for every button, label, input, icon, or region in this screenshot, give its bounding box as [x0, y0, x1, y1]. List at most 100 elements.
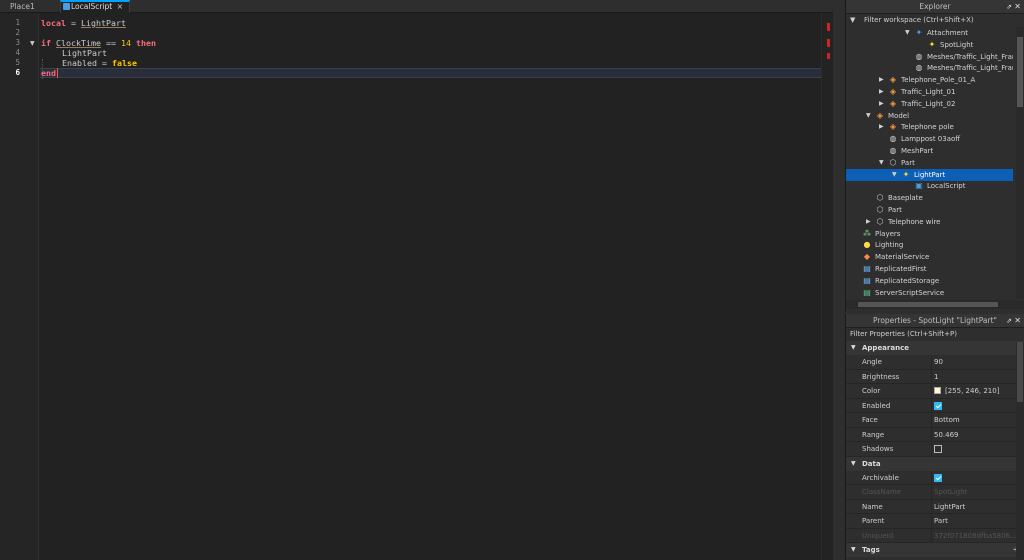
tree-item-label: Lighting: [875, 241, 904, 250]
prop-brightness[interactable]: Brightness 1: [846, 369, 1024, 385]
properties-scrollbar[interactable]: [1016, 342, 1024, 560]
enabled-checkbox[interactable]: [934, 401, 942, 410]
prop-shadows[interactable]: Shadows: [846, 442, 1024, 457]
tree-item[interactable]: ◍ Meshes/Traffic_Light_Frame_S: [846, 51, 1014, 63]
tree-item-label: ReplicatedStorage: [875, 276, 940, 285]
prop-value: 372f071808dfba5806...: [934, 531, 1017, 540]
code-line-3[interactable]: if ClockTime == 14 then: [41, 38, 156, 48]
tree-item[interactable]: ▼ ◈ Model: [846, 110, 1013, 122]
identifier: LightPart: [80, 18, 126, 28]
prop-value[interactable]: Bottom: [934, 413, 960, 428]
pin-icon[interactable]: ⇗: [1006, 314, 1012, 328]
scroll-thumb[interactable]: [1017, 37, 1023, 107]
tab-label: LocalScript: [71, 2, 113, 11]
tab-place1[interactable]: Place1: [0, 0, 60, 13]
prop-angle[interactable]: Angle 90: [846, 355, 1024, 370]
explorer-filter-input[interactable]: ▼ Filter workspace (Ctrl+Shift+X): [846, 14, 1024, 27]
close-icon[interactable]: ×: [117, 2, 123, 12]
tree-item[interactable]: ⬡ Part: [846, 204, 1013, 216]
prop-face[interactable]: Face Bottom: [846, 413, 1024, 428]
tree-item[interactable]: ▶ ⬡ Telephone wire: [846, 216, 1013, 228]
tree-item[interactable]: ▶ ◈ Telephone pole: [846, 121, 1013, 133]
prop-classname: ClassName SpotLight: [846, 485, 1024, 500]
number-literal: 14: [120, 38, 131, 48]
tree-item[interactable]: ⬡ Baseplate: [846, 192, 1013, 204]
tree-item[interactable]: ◍ Meshes/Traffic_Light_Frame_S: [846, 62, 1014, 74]
prop-range[interactable]: Range 50.469: [846, 427, 1024, 443]
tree-item-label: Telephone pole: [901, 123, 954, 132]
tree-item[interactable]: ▶ ◈ Telephone_Pole_01_A: [846, 74, 1013, 86]
chevron-down-icon[interactable]: ▼: [905, 27, 910, 39]
prop-value[interactable]: 50.469: [934, 428, 959, 443]
prop-value[interactable]: [255, 246, 210]: [934, 384, 999, 399]
tree-item[interactable]: ▶ ◈ Traffic_Light_02: [846, 98, 1013, 110]
tree-item[interactable]: ▼ ⬡ Part: [846, 157, 1013, 169]
section-label: Appearance: [862, 344, 909, 352]
tree-item[interactable]: ◍ Lamppost 03aoff: [846, 133, 1013, 145]
section-data[interactable]: ▼ Data: [846, 456, 1024, 471]
properties-filter-input[interactable]: Filter Properties (Ctrl+Shift+P): [846, 328, 1024, 341]
close-icon[interactable]: ✕: [1014, 0, 1021, 14]
tree-item[interactable]: ▣ LocalScript: [846, 180, 1013, 192]
explorer-horizontal-scrollbar[interactable]: [846, 300, 1024, 309]
chevron-right-icon[interactable]: ▶: [866, 216, 871, 228]
prop-color[interactable]: Color [255, 246, 210]: [846, 384, 1024, 399]
tree-item[interactable]: ▼ ✦ Attachment: [846, 27, 1013, 39]
code-line-4[interactable]: LightPart: [62, 48, 107, 58]
tree-item[interactable]: ▤ ReplicatedFirst: [846, 263, 1013, 275]
section-tags[interactable]: ▼Tags+: [846, 543, 1024, 557]
explorer-panel: Explorer ⇗ ✕ ▼ Filter workspace (Ctrl+Sh…: [845, 0, 1024, 312]
chevron-right-icon[interactable]: ▶: [879, 74, 884, 86]
prop-value[interactable]: 1: [934, 370, 938, 385]
explorer-vertical-scrollbar[interactable]: [1016, 27, 1024, 299]
tree-item[interactable]: ✦ SpotLight: [846, 39, 1013, 51]
tab-localscript[interactable]: LocalScript ×: [60, 0, 130, 13]
prop-parent[interactable]: Parent Part: [846, 514, 1024, 529]
chevron-right-icon[interactable]: ▶: [879, 98, 884, 110]
tree-item[interactable]: ◆ MaterialService: [846, 251, 1013, 263]
prop-value[interactable]: Part: [934, 514, 948, 529]
fold-arrow-icon[interactable]: ▼: [30, 40, 35, 47]
scroll-thumb[interactable]: [1017, 342, 1023, 402]
tree-item[interactable]: ⁂ Players: [846, 228, 1013, 240]
tree-item[interactable]: ▤ ReplicatedStorage: [846, 275, 1013, 287]
shadows-checkbox[interactable]: [934, 445, 942, 453]
code-line-5[interactable]: Enabled = false: [62, 58, 137, 68]
color-swatch[interactable]: [934, 387, 941, 394]
section-appearance[interactable]: ▼ Appearance: [846, 341, 1024, 355]
mesh-icon: ◍: [889, 146, 897, 155]
chevron-down-icon[interactable]: ▼: [866, 110, 871, 122]
prop-value[interactable]: LightPart: [934, 500, 965, 515]
prop-enabled[interactable]: Enabled: [846, 398, 1024, 413]
prop-name-field[interactable]: Name LightPart: [846, 499, 1024, 515]
archivable-checkbox[interactable]: [934, 473, 942, 482]
column-divider: [931, 384, 932, 398]
prop-value[interactable]: 90: [934, 355, 943, 370]
tree-item[interactable]: ▼ ✦ LightPart: [846, 168, 1013, 181]
tree-item-label: MaterialService: [875, 253, 930, 262]
close-icon[interactable]: ✕: [1014, 314, 1021, 328]
pin-icon[interactable]: ⇗: [1006, 0, 1012, 14]
prop-name: ClassName: [862, 488, 902, 496]
tree-item[interactable]: ▤ ServerScriptService: [846, 287, 1013, 299]
tree-item[interactable]: ● Lighting: [846, 239, 1013, 251]
code-line-6[interactable]: end: [41, 68, 56, 78]
script-minimap[interactable]: [821, 13, 833, 560]
code-line-1[interactable]: local = LightPart: [41, 18, 126, 28]
prop-archivable[interactable]: Archivable: [846, 470, 1024, 485]
section-label: Tags: [862, 546, 880, 554]
minimap-marker: [827, 53, 830, 59]
mesh-icon: ◍: [915, 51, 923, 61]
scroll-thumb[interactable]: [858, 302, 998, 307]
explorer-tree[interactable]: ▼ ✦ Attachment ✦ SpotLight ◍ Meshes/Traffic_Li…: [846, 27, 1013, 301]
tree-item[interactable]: ◍ MeshPart: [846, 145, 1013, 157]
script-editor[interactable]: 1 2 3 4 5 6 ▼ local = LightPart if Clock…: [0, 13, 833, 560]
studio-window: Place1 LocalScript × 1 2 3 4 5 6 ▼ local…: [0, 0, 1024, 560]
chevron-right-icon[interactable]: ▶: [879, 121, 884, 133]
chevron-down-icon[interactable]: ▼: [892, 169, 897, 181]
operator: =: [70, 18, 76, 28]
chevron-right-icon[interactable]: ▶: [879, 86, 884, 98]
model-icon: ◈: [889, 87, 897, 96]
tree-item[interactable]: ▶ ◈ Traffic_Light_01: [846, 86, 1013, 98]
chevron-down-icon[interactable]: ▼: [879, 157, 884, 169]
